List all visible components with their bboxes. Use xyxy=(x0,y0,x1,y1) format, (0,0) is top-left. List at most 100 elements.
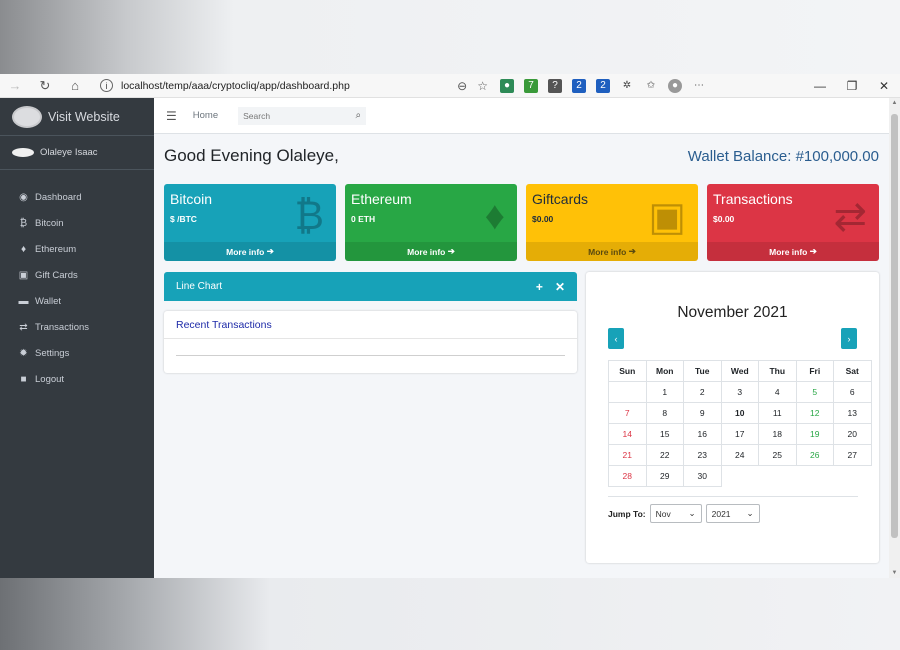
calendar-day[interactable]: 22 xyxy=(645,444,684,466)
bitcoin-card: Bitcoin $ /BTC ₿ More info ➔ xyxy=(164,184,336,261)
brand-logo xyxy=(12,105,42,128)
more-info-link[interactable]: More info ➔ xyxy=(707,242,879,261)
month-select[interactable]: Nov ⌄ xyxy=(649,504,702,523)
gift-icon: ▣ xyxy=(18,269,29,281)
more-info-link[interactable]: More info ➔ xyxy=(526,242,698,261)
transfer-icon: ⇄ xyxy=(833,195,867,239)
extension-help-icon[interactable]: ? xyxy=(548,78,562,93)
minimize-icon[interactable]: — xyxy=(804,74,836,98)
extension-badge-icon[interactable]: 7 xyxy=(524,78,538,93)
scrollbar-thumb[interactable] xyxy=(891,114,898,538)
calendar-next-button[interactable]: › xyxy=(841,328,857,349)
divider xyxy=(608,496,858,497)
card-value: $0.00 xyxy=(713,214,735,224)
calendar-day[interactable]: 12 xyxy=(795,402,834,424)
avatar xyxy=(12,148,34,157)
calendar-day[interactable]: 9 xyxy=(683,402,722,424)
close-icon[interactable]: ✕ xyxy=(555,280,565,294)
calendar-day[interactable]: 17 xyxy=(720,423,759,445)
favorites-icon[interactable]: ✩ xyxy=(644,79,658,93)
sidebar-item-bitcoin[interactable]: ₿ Bitcoin xyxy=(0,210,154,236)
sidebar-item-label: Ethereum xyxy=(35,243,77,255)
favorite-star-icon[interactable]: ☆ xyxy=(477,79,488,93)
restore-icon[interactable]: ❐ xyxy=(836,74,868,98)
calendar-day[interactable]: 28 xyxy=(608,465,647,487)
menu-toggle-icon[interactable]: ☰ xyxy=(166,109,177,123)
calendar-day[interactable]: 24 xyxy=(720,444,759,466)
calendar-day[interactable]: 30 xyxy=(683,465,722,487)
calendar-day[interactable]: 8 xyxy=(645,402,684,424)
calendar-day[interactable]: 29 xyxy=(645,465,684,487)
calendar-day[interactable]: 5 xyxy=(795,381,834,403)
user-name: Olaleye Isaac xyxy=(40,147,98,158)
brand-link[interactable]: Visit Website xyxy=(0,98,154,136)
home-icon[interactable]: ⌂ xyxy=(60,74,90,98)
calendar-prev-button[interactable]: ‹ xyxy=(608,328,624,349)
calendar-day[interactable]: 11 xyxy=(758,402,797,424)
sidebar-item-logout[interactable]: ■ Logout xyxy=(0,366,154,392)
calendar-day[interactable]: 18 xyxy=(758,423,797,445)
user-panel[interactable]: Olaleye Isaac xyxy=(0,136,154,170)
calendar-day[interactable]: 3 xyxy=(720,381,759,403)
calendar-day[interactable]: 1 xyxy=(645,381,684,403)
calendar-week: 7 8 9 10 11 12 13 xyxy=(608,402,872,424)
sidebar-item-dashboard[interactable]: ◉ Dashboard xyxy=(0,184,154,210)
reload-icon[interactable]: ↻ xyxy=(30,74,60,98)
calendar-day[interactable]: 25 xyxy=(758,444,797,466)
sidebar-item-settings[interactable]: ✹ Settings xyxy=(0,340,154,366)
ethereum-icon: ♦ xyxy=(20,243,27,255)
scroll-down-icon[interactable]: ▼ xyxy=(889,570,900,576)
calendar-day[interactable]: 14 xyxy=(608,423,647,445)
extension-outlook-icon[interactable]: 2 xyxy=(596,78,610,93)
profile-avatar-icon[interactable]: ● xyxy=(668,78,682,93)
calendar-day[interactable]: 19 xyxy=(795,423,834,445)
sidebar-item-wallet[interactable]: ▬ Wallet xyxy=(0,288,154,314)
address-bar[interactable]: i localhost/temp/aaa/cryptocliq/app/dash… xyxy=(96,75,488,97)
calendar-day[interactable]: 20 xyxy=(833,423,872,445)
extension-globe-icon[interactable]: ● xyxy=(500,78,514,93)
calendar-empty-cell xyxy=(834,466,872,487)
vertical-scrollbar[interactable]: ▲ ▼ xyxy=(889,98,900,578)
sidebar-item-gift-cards[interactable]: ▣ Gift Cards xyxy=(0,262,154,288)
back-icon[interactable]: → xyxy=(0,74,30,98)
sidebar-item-ethereum[interactable]: ♦ Ethereum xyxy=(0,236,154,262)
card-title: Ethereum xyxy=(351,191,412,207)
extensions-puzzle-icon[interactable]: ✲ xyxy=(620,79,634,93)
calendar-day[interactable] xyxy=(608,381,647,403)
calendar-day[interactable]: 16 xyxy=(683,423,722,445)
scroll-up-icon[interactable]: ▲ xyxy=(889,100,900,106)
calendar-day-today[interactable]: 10 xyxy=(720,402,759,424)
calendar-day[interactable]: 2 xyxy=(683,381,722,403)
main-content: ☰ Home Search ⌕ Good Evening Olaleye, Wa… xyxy=(154,98,889,578)
calendar-day[interactable]: 26 xyxy=(795,444,834,466)
calendar-day[interactable]: 15 xyxy=(645,423,684,445)
calendar-day[interactable]: 23 xyxy=(683,444,722,466)
more-menu-icon[interactable]: ⋯ xyxy=(692,79,706,93)
calendar-day[interactable]: 21 xyxy=(608,444,647,466)
more-info-link[interactable]: More info ➔ xyxy=(345,242,517,261)
zoom-icon[interactable]: ⊖ xyxy=(457,79,467,93)
calendar-empty-cell xyxy=(796,466,834,487)
calendar-week: 28 29 30 xyxy=(608,465,872,487)
close-icon[interactable]: ✕ xyxy=(868,74,900,98)
site-info-icon[interactable]: i xyxy=(100,79,113,92)
calendar-day[interactable]: 27 xyxy=(833,444,872,466)
card-title: Bitcoin xyxy=(170,191,213,207)
url-text[interactable]: localhost/temp/aaa/cryptocliq/app/dashbo… xyxy=(121,80,447,92)
year-select[interactable]: 2021 ⌄ xyxy=(705,504,760,523)
expand-icon[interactable]: + xyxy=(536,280,543,294)
search-input[interactable]: Search ⌕ xyxy=(238,106,367,125)
calendar-day[interactable]: 13 xyxy=(833,402,872,424)
top-navbar: ☰ Home Search ⌕ xyxy=(154,98,889,134)
home-link[interactable]: Home xyxy=(193,110,218,121)
sidebar-item-transactions[interactable]: ⇄ Transactions xyxy=(0,314,154,340)
search-icon[interactable]: ⌕ xyxy=(356,110,362,121)
more-info-link[interactable]: More info ➔ xyxy=(164,242,336,261)
calendar-day[interactable]: 4 xyxy=(758,381,797,403)
calendar-day[interactable]: 6 xyxy=(833,381,872,403)
calendar-week: 21 22 23 24 25 26 27 xyxy=(608,444,872,466)
gift-icon: ▣ xyxy=(648,195,686,239)
day-header: Thu xyxy=(758,360,797,382)
extension-mail-icon[interactable]: 2 xyxy=(572,78,586,93)
calendar-day[interactable]: 7 xyxy=(608,402,647,424)
